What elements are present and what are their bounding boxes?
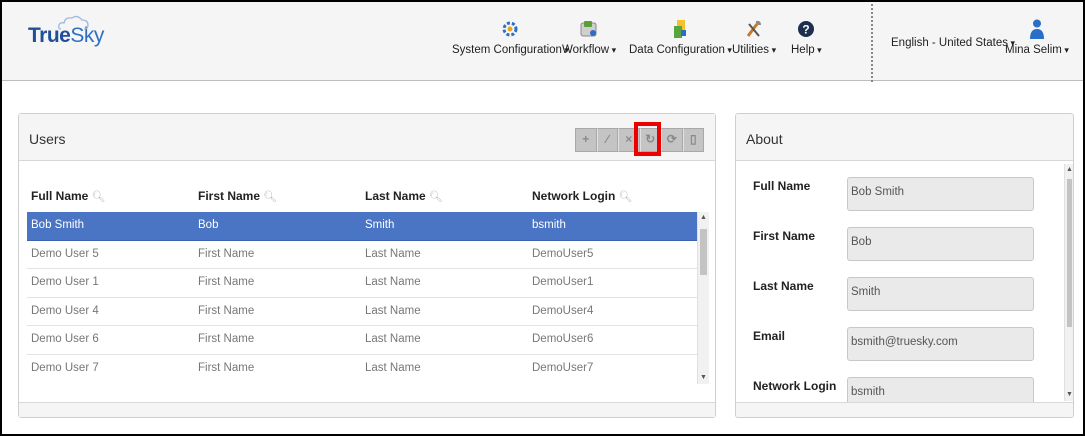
scroll-down-arrow-icon[interactable]: ▼ xyxy=(1065,390,1073,400)
edit-user-button[interactable]: ∕ xyxy=(596,128,618,152)
nav-label: System Configuration xyxy=(452,44,569,56)
field-label-last-name: Last Name xyxy=(753,279,814,293)
nav-label: Utilities xyxy=(732,44,776,56)
cell-last-name: Last Name xyxy=(365,361,421,374)
cell-full-name: Demo User 7 xyxy=(31,361,99,374)
cell-full-name: Demo User 6 xyxy=(31,333,99,345)
highlight-box xyxy=(634,122,661,156)
cell-last-name: Last Name xyxy=(365,247,421,260)
about-panel: About Full Name Bob Smith First Name Bob… xyxy=(735,113,1074,418)
cell-first-name: First Name xyxy=(198,361,255,374)
search-icon[interactable]: 🔍︎ xyxy=(618,191,632,203)
cell-full-name: Demo User 1 xyxy=(31,276,99,288)
users-panel-header: Users + ∕ × ↻ ⟳ ▯ xyxy=(19,114,715,161)
cell-last-name: Smith xyxy=(365,219,395,231)
column-label: Last Name xyxy=(365,189,426,203)
nav-help[interactable]: ? Help xyxy=(791,18,822,68)
last-name-field[interactable]: Smith xyxy=(847,277,1034,311)
nav-data-configuration[interactable]: Data Configuration xyxy=(629,18,732,68)
field-label-first-name: First Name xyxy=(753,229,816,243)
help-icon: ? xyxy=(798,21,815,37)
cell-first-name: First Name xyxy=(198,276,255,288)
add-user-button[interactable]: + xyxy=(575,128,597,152)
nav-label: Data Configuration xyxy=(629,44,732,56)
language-selector[interactable]: English - United States xyxy=(891,37,1015,87)
scroll-up-arrow-icon[interactable]: ▲ xyxy=(1065,165,1073,175)
cell-last-name: Last Name xyxy=(365,276,421,288)
users-panel: Users + ∕ × ↻ ⟳ ▯ Full Name 🔍︎ First Name… xyxy=(18,113,716,418)
column-label: First Name xyxy=(198,189,261,203)
scroll-up-arrow-icon[interactable]: ▲ xyxy=(698,213,709,223)
svg-text:?: ? xyxy=(803,23,810,37)
search-icon[interactable]: 🔍︎ xyxy=(91,191,105,203)
cell-network-login: DemoUser1 xyxy=(532,276,594,288)
field-label-full-name: Full Name xyxy=(753,179,811,193)
workflow-icon xyxy=(580,21,597,37)
column-header-last-name[interactable]: Last Name 🔍︎ xyxy=(365,189,443,203)
search-icon[interactable]: 🔍︎ xyxy=(263,191,277,203)
cell-network-login: DemoUser5 xyxy=(532,247,594,260)
data-config-icon xyxy=(674,20,687,38)
utilities-icon xyxy=(746,20,762,37)
column-label: Full Name xyxy=(31,189,89,203)
gear-icon xyxy=(502,21,518,37)
about-panel-title: About xyxy=(746,131,783,147)
column-header-full-name[interactable]: Full Name 🔍︎ xyxy=(31,189,105,203)
scrollbar-thumb[interactable] xyxy=(1067,179,1072,327)
field-label-email: Email xyxy=(753,329,786,343)
about-panel-header: About xyxy=(736,114,1073,161)
cell-full-name: Demo User 4 xyxy=(31,304,99,317)
table-row[interactable]: Demo User 7 First Name Last Name DemoUse… xyxy=(27,355,697,384)
cell-last-name: Last Name xyxy=(365,304,421,317)
column-header-first-name[interactable]: First Name 🔍︎ xyxy=(198,189,277,203)
table-row[interactable]: Bob Smith Bob Smith bsmith xyxy=(27,212,697,241)
table-row[interactable]: Demo User 1 First Name Last Name DemoUse… xyxy=(27,269,697,298)
cell-first-name: First Name xyxy=(198,333,255,345)
user-name: Mina Selim xyxy=(1005,44,1069,56)
first-name-field[interactable]: Bob xyxy=(847,227,1034,261)
about-panel-scrollbar[interactable]: ▲ ▼ xyxy=(1064,164,1073,401)
logo-cloud-icon xyxy=(58,15,89,30)
redo-button[interactable]: ⟳ xyxy=(661,128,683,152)
nav-workflow[interactable]: Workflow xyxy=(562,18,616,68)
cell-network-login: bsmith xyxy=(532,219,566,231)
language-label: English - United States xyxy=(891,37,1015,49)
cell-full-name: Bob Smith xyxy=(31,219,85,231)
scroll-down-arrow-icon[interactable]: ▼ xyxy=(698,373,709,383)
cell-network-login: DemoUser7 xyxy=(532,361,594,374)
export-button[interactable]: ▯ xyxy=(682,128,704,152)
email-field[interactable]: bsmith@truesky.com xyxy=(847,327,1034,361)
cell-first-name: First Name xyxy=(198,304,255,317)
cell-full-name: Demo User 5 xyxy=(31,247,99,260)
nav-system-configuration[interactable]: System Configuration xyxy=(452,18,569,68)
user-menu[interactable]: Mina Selim xyxy=(1005,18,1069,68)
cell-first-name: First Name xyxy=(198,247,255,260)
users-panel-footer xyxy=(19,402,715,417)
cell-last-name: Last Name xyxy=(365,333,421,345)
column-header-network-login[interactable]: Network Login 🔍︎ xyxy=(532,189,632,203)
cell-network-login: DemoUser6 xyxy=(532,333,594,345)
users-panel-title: Users xyxy=(29,131,66,147)
table-row[interactable]: Demo User 5 First Name Last Name DemoUse… xyxy=(27,241,697,269)
table-row[interactable]: Demo User 4 First Name Last Name DemoUse… xyxy=(27,298,697,326)
full-name-field[interactable]: Bob Smith xyxy=(847,177,1034,211)
scrollbar-thumb[interactable] xyxy=(700,229,707,275)
about-panel-footer xyxy=(736,402,1073,417)
header-divider xyxy=(871,4,873,82)
cell-network-login: DemoUser4 xyxy=(532,304,594,317)
nav-label: Workflow xyxy=(562,44,616,56)
top-navigation-bar: TrueSky System Configuration Workflow Da… xyxy=(2,2,1083,82)
nav-label: Help xyxy=(791,44,822,56)
cell-first-name: Bob xyxy=(198,219,219,231)
user-icon xyxy=(1029,19,1044,39)
users-table-scrollbar[interactable]: ▲ ▼ xyxy=(697,212,709,384)
field-label-network-login: Network Login xyxy=(753,379,837,393)
column-label: Network Login xyxy=(532,189,616,203)
nav-utilities[interactable]: Utilities xyxy=(732,18,776,68)
table-row[interactable]: Demo User 6 First Name Last Name DemoUse… xyxy=(27,326,697,355)
search-icon[interactable]: 🔍︎ xyxy=(429,191,443,203)
